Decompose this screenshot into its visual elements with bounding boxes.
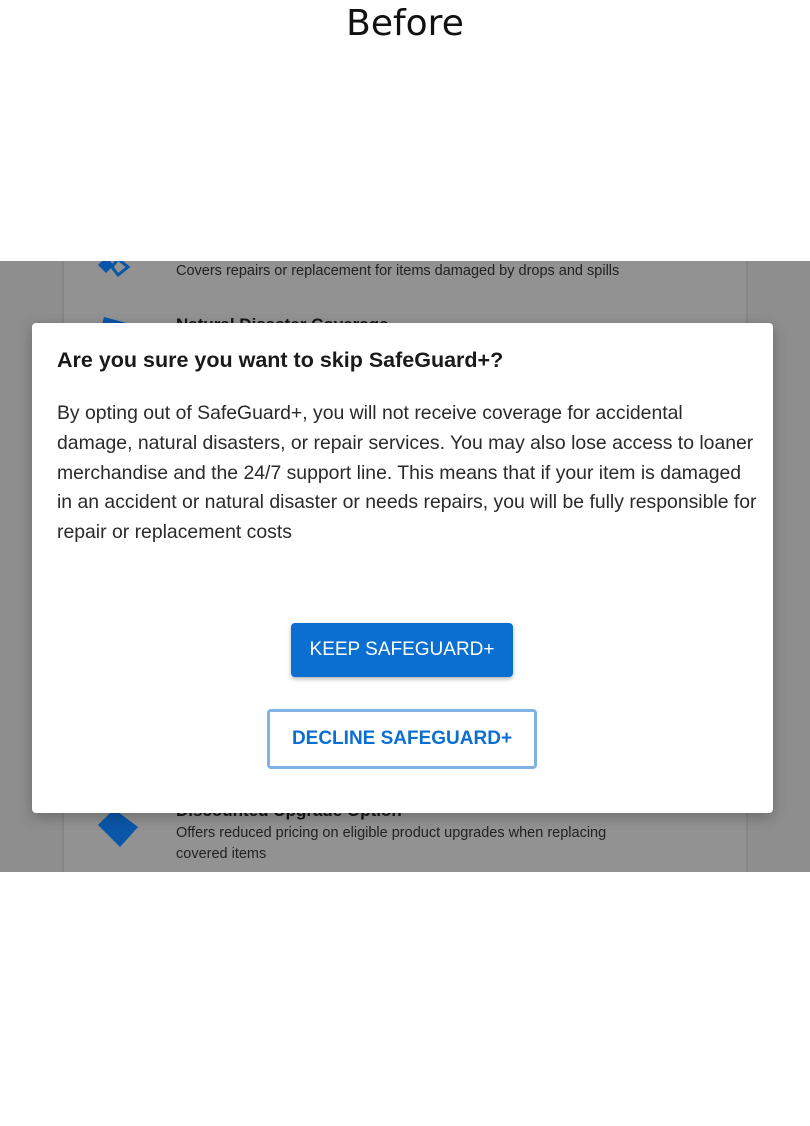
feature-accidental-damage: Covers repairs or replacement for items … [96,261,656,311]
keep-safeguard-button[interactable]: KEEP SAFEGUARD+ [291,623,513,677]
damage-icon [98,261,131,278]
upgrade-tag-icon [98,809,138,847]
screenshot-frame: Covers repairs or replacement for items … [0,261,810,872]
before-caption: Before [346,3,464,44]
skip-safeguard-dialog: Are you sure you want to skip SafeGuard+… [32,323,773,813]
dialog-body-text: By opting out of SafeGuard+, you will no… [57,402,757,544]
decline-safeguard-button[interactable]: DECLINE SAFEGUARD+ [267,709,537,769]
feature-description: Offers reduced pricing on eligible produ… [176,825,607,862]
dialog-title: Are you sure you want to skip SafeGuard+… [57,348,504,372]
feature-description: Covers repairs or replacement for items … [176,263,620,279]
